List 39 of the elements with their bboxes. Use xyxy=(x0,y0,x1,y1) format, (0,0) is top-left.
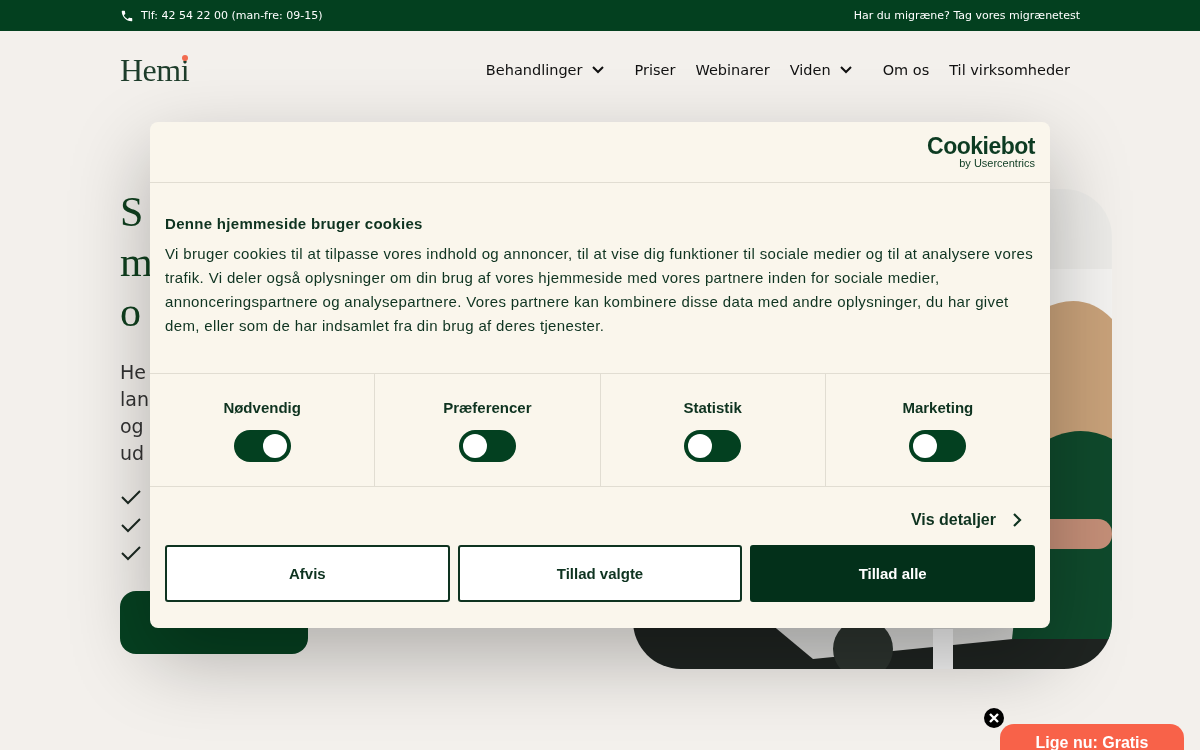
phone-number: Tlf: 42 54 22 00 (man-fre: 09-15) xyxy=(141,9,323,22)
toggle-switch[interactable] xyxy=(233,429,291,462)
hero-text-line: og xyxy=(120,414,144,439)
category-label: Præferencer xyxy=(443,398,532,416)
nav-link[interactable]: Behandlinger xyxy=(485,62,615,78)
category-label: Marketing xyxy=(902,398,974,416)
hero-text-line: ud xyxy=(120,441,145,466)
hero-text-line: He xyxy=(120,360,146,385)
category-label: Statistik xyxy=(683,398,742,416)
checkmark-icon xyxy=(120,489,142,505)
nav-link[interactable]: Priser xyxy=(634,62,676,78)
phone-icon xyxy=(120,8,134,23)
checkmark-icon xyxy=(120,545,142,561)
nav-link[interactable]: Om os xyxy=(882,62,930,78)
close-icon[interactable] xyxy=(984,708,1004,728)
consent-button[interactable]: Tillad alle xyxy=(750,545,1035,602)
dialog-text: Vi bruger cookies til at tilpasse vores indhold og annoncer, til at vise dig funktioner til sociale medier og til at analysere vores trafik. Vi deler også oplysninger om din brug af vores hjemmeside med vores partnere inden for sociale medier, annonceringspartnere og analysepartnere. Vores partnere kan kombinere disse data med andre oplysninger, du har givet dem, eller som de har indsamlet fra din brug af deres tjenester. xyxy=(165,244,1035,336)
toggle-switch[interactable] xyxy=(684,429,742,462)
hero-heading-line: S xyxy=(120,188,144,237)
hero-heading-line: m xyxy=(120,238,153,287)
cookiebot-byline: by Usercentrics xyxy=(959,158,1035,169)
dialog-title: Denne hjemmeside bruger cookies xyxy=(165,215,424,232)
consent-button[interactable]: Tillad valgte xyxy=(457,545,743,602)
hero-text-line: lan xyxy=(120,387,149,412)
migraine-test-link[interactable]: Har du migræne? Tag vores migrænetest xyxy=(853,9,1080,22)
nav-link[interactable]: Viden xyxy=(789,62,863,78)
toggle-switch[interactable] xyxy=(909,429,967,462)
logo[interactable]: Hemi xyxy=(120,51,190,88)
nav-link[interactable]: Til virksomheder xyxy=(949,62,1070,78)
logo-dot-icon xyxy=(182,54,189,61)
hero-heading-line: o xyxy=(120,288,141,337)
cookiebot-logo: Cookiebot xyxy=(927,135,1035,158)
toggle-switch[interactable] xyxy=(458,429,516,462)
details-link[interactable]: Vis detaljer xyxy=(910,511,1022,529)
checkmark-icon xyxy=(120,517,142,533)
category-label: Nødvendig xyxy=(223,398,301,416)
consent-button[interactable]: Afvis xyxy=(165,545,450,602)
nav-link[interactable]: Webinarer xyxy=(695,62,770,78)
chevron-right-icon xyxy=(1012,512,1022,528)
